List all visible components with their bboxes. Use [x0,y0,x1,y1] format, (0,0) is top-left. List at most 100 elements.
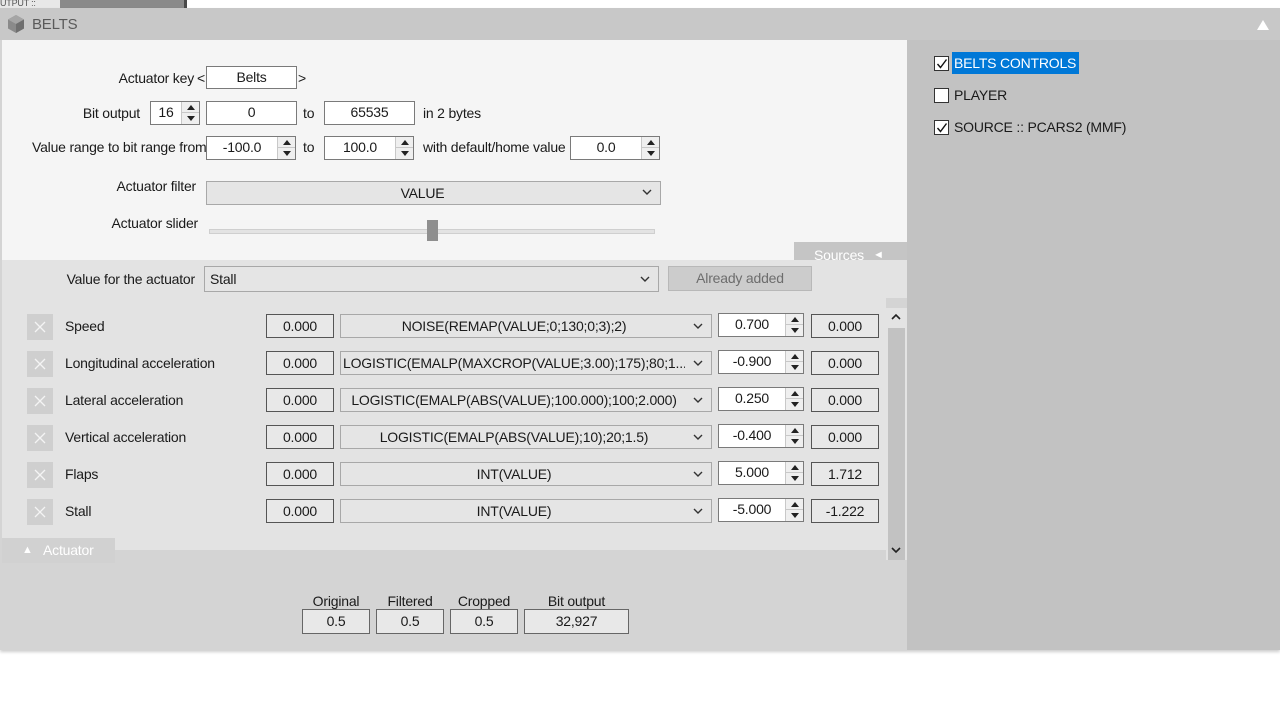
bit-output-stat-label: Bit output [547,593,606,609]
source-row: Lateral acceleration 0.000 LOGISTIC(EMALP(… [2,382,886,419]
source-function-value: INT(VALUE) [476,503,552,519]
spin-up-icon[interactable] [786,314,803,325]
source-function-value: NOISE(REMAP(VALUE;0;130;0;3);2) [401,318,627,334]
source-row: Speed 0.000 NOISE(REMAP(VALUE;0;130;0;3);2… [2,308,886,345]
actuator-key-field[interactable]: Belts [206,66,297,89]
actuator-key-next[interactable]: > [298,70,306,86]
default-value-stepper[interactable]: 0.0 [570,136,660,160]
remove-source-button[interactable] [27,351,53,377]
bit-output-label: Bit output [82,105,140,121]
actuator-slider-thumb[interactable] [427,220,438,241]
spin-up-icon[interactable] [642,137,659,148]
actuator-tab[interactable]: ▲ Actuator [2,538,115,563]
scrollbar-thumb[interactable] [888,328,905,560]
belts-window: BELTS Actuator key < Belts > Bit output … [0,8,1280,650]
spin-down-icon[interactable] [786,362,803,373]
spin-down-icon[interactable] [396,148,413,159]
filtered-label: Filtered [387,593,433,609]
close-icon [34,432,46,444]
remove-source-button[interactable] [27,425,53,451]
spin-down-icon[interactable] [182,113,199,124]
source-weight-stepper[interactable]: 5.000 [718,461,804,485]
value-range-label: Value range to bit range from [32,139,207,155]
sources-list: Speed 0.000 NOISE(REMAP(VALUE;0;130;0;3);2… [2,298,886,550]
spin-down-icon[interactable] [642,148,659,159]
source-name: Longitudinal acceleration [65,355,215,371]
collapse-up-icon[interactable] [1256,18,1270,30]
source-weight-stepper[interactable]: -5.000 [718,498,804,522]
actuator-config: Actuator key < Belts > Bit output 16 0 t… [2,40,907,260]
spin-down-icon[interactable] [786,473,803,484]
spin-up-icon[interactable] [278,137,295,148]
source-function-select[interactable]: NOISE(REMAP(VALUE;0;130;0;3);2) [340,314,712,338]
source-weight-stepper[interactable]: -0.900 [718,350,804,374]
value-for-actuator-select[interactable]: Stall [204,266,659,292]
source-weight-stepper[interactable]: -0.400 [718,424,804,448]
source-row: Longitudinal acceleration 0.000 LOGISTIC(E… [2,345,886,382]
source-weight-value: 0.250 [734,390,770,406]
spin-down-icon[interactable] [786,510,803,521]
spin-up-icon[interactable] [786,462,803,473]
already-added-button[interactable]: Already added [668,266,812,291]
source-original-value: 0.000 [266,462,334,486]
source-output-value: 1.712 [811,462,879,486]
bit-output-stepper[interactable]: 16 [150,101,200,125]
source-checkbox[interactable] [934,56,949,71]
source-name: Flaps [65,466,99,482]
chevron-down-icon [693,471,703,477]
source-output-value: 0.000 [811,425,879,449]
title-bar: BELTS [0,8,1280,40]
bytes-label: in 2 bytes [423,105,481,121]
remove-source-button[interactable] [27,314,53,340]
bit-min-field[interactable]: 0 [206,101,297,125]
range-min-stepper[interactable]: -100.0 [206,136,296,160]
spin-down-icon[interactable] [278,148,295,159]
source-output-value: 0.000 [811,388,879,412]
actuator-filter-select[interactable]: VALUE [206,181,661,205]
window-title: BELTS [32,16,78,33]
source-weight-stepper[interactable]: 0.250 [718,387,804,411]
bit-max-field[interactable]: 65535 [324,101,415,125]
output-tab-label: UTPUT :: [0,0,36,8]
spin-down-icon[interactable] [786,399,803,410]
active-tab[interactable] [60,0,184,8]
spin-down-icon[interactable] [786,436,803,447]
output-tab[interactable]: UTPUT :: [0,0,60,8]
range-max-value: 100.0 [342,139,378,155]
chevron-down-icon [640,276,650,282]
spin-up-icon[interactable] [786,351,803,362]
remove-source-button[interactable] [27,388,53,414]
source-function-select[interactable]: LOGISTIC(EMALP(MAXCROP(VALUE;3.00);175);… [340,351,712,375]
scroll-down-icon[interactable] [889,543,903,557]
range-min-value: -100.0 [222,139,262,155]
chevron-down-icon [642,189,652,195]
range-max-stepper[interactable]: 100.0 [324,136,414,160]
remove-source-button[interactable] [27,462,53,488]
source-original-value: 0.000 [266,388,334,412]
spin-down-icon[interactable] [786,325,803,336]
remove-source-button[interactable] [27,499,53,525]
source-weight-value: 0.700 [734,316,770,332]
source-function-select[interactable]: INT(VALUE) [340,462,712,486]
filtered-value: 0.5 [376,609,444,634]
source-function-select[interactable]: LOGISTIC(EMALP(ABS(VALUE);10);20;1.5) [340,425,712,449]
scroll-up-icon[interactable] [889,310,903,324]
spin-up-icon[interactable] [786,499,803,510]
value-for-actuator-value: Stall [210,271,237,287]
source-function-value: INT(VALUE) [476,466,552,482]
actuator-key-prev[interactable]: < [197,70,205,86]
source-function-select[interactable]: INT(VALUE) [340,499,712,523]
source-function-select[interactable]: LOGISTIC(EMALP(ABS(VALUE);100.000);100;2… [340,388,712,412]
source-weight-value: -5.000 [732,501,772,517]
to-label: to [303,105,315,121]
spin-up-icon[interactable] [396,137,413,148]
actuator-stats: Original 0.5 Filtered 0.5 Cropped 0.5 Bi… [2,563,907,650]
source-name: Vertical acceleration [65,429,187,445]
actuator-key-label: Actuator key [118,70,195,86]
source-checkbox[interactable] [934,88,949,103]
spin-up-icon[interactable] [786,425,803,436]
spin-up-icon[interactable] [182,102,199,113]
source-weight-stepper[interactable]: 0.700 [718,313,804,337]
source-checkbox[interactable] [934,120,949,135]
spin-up-icon[interactable] [786,388,803,399]
